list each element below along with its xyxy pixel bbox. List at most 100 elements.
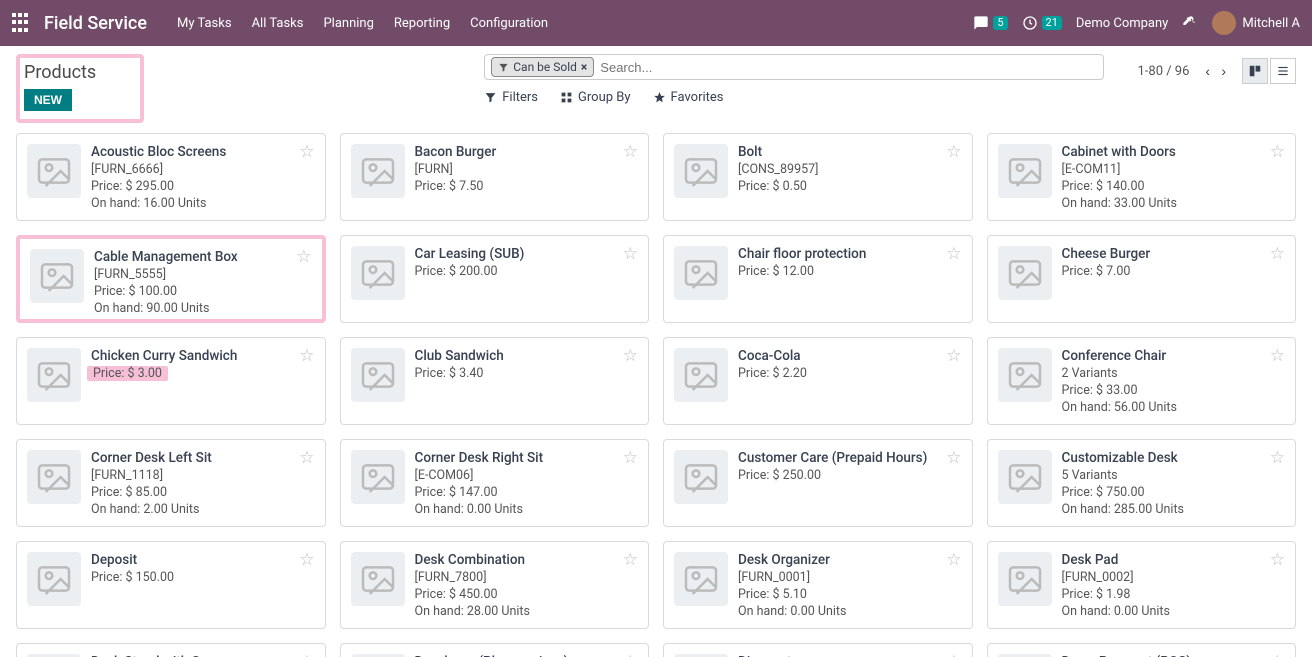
star-icon[interactable]: ☆ — [946, 346, 961, 366]
tools-icon[interactable] — [1182, 13, 1198, 33]
avatar — [1212, 11, 1236, 35]
product-name: Acoustic Bloc Screens — [91, 144, 315, 160]
star-icon[interactable]: ☆ — [299, 142, 314, 162]
star-icon[interactable]: ☆ — [1270, 142, 1285, 162]
product-card[interactable]: Club SandwichPrice: $ 3.40☆ — [340, 337, 650, 425]
filters-button[interactable]: Filters — [484, 90, 538, 105]
product-card[interactable]: Corner Desk Left Sit[FURN_1118]Price: $ … — [16, 439, 326, 527]
star-icon[interactable]: ☆ — [1270, 448, 1285, 468]
nav-all-tasks[interactable]: All Tasks — [242, 16, 314, 31]
product-card[interactable]: DepositPrice: $ 150.00☆ — [16, 541, 326, 629]
product-price: Price: $ 450.00 — [415, 587, 639, 602]
star-icon[interactable]: ☆ — [299, 346, 314, 366]
star-icon[interactable]: ☆ — [946, 244, 961, 264]
user-name: Mitchell A — [1242, 16, 1300, 31]
product-name: Desk Combination — [415, 552, 639, 568]
pager-next-button[interactable]: › — [1217, 61, 1230, 81]
product-name: Coca-Cola — [738, 348, 962, 364]
product-ref: [FURN] — [415, 162, 639, 177]
product-ref: [E-COM06] — [415, 468, 639, 483]
product-thumbnail — [27, 552, 81, 606]
star-icon[interactable]: ☆ — [946, 448, 961, 468]
product-card[interactable]: Acoustic Bloc Screens[FURN_6666]Price: $… — [16, 133, 326, 221]
product-card[interactable]: Cabinet with Doors[E-COM11]Price: $ 140.… — [987, 133, 1297, 221]
product-card[interactable]: Desk Pad[FURN_0002]Price: $ 1.98On hand:… — [987, 541, 1297, 629]
nav-configuration[interactable]: Configuration — [460, 16, 558, 31]
product-ref: 5 Variants — [1062, 468, 1286, 483]
view-kanban-button[interactable] — [1242, 58, 1268, 84]
product-card[interactable]: Desk Combination[FURN_7800]Price: $ 450.… — [340, 541, 650, 629]
product-thumbnail — [998, 552, 1052, 606]
messaging-icon[interactable]: 5 — [973, 15, 1007, 31]
product-card-body: Desk Combination[FURN_7800]Price: $ 450.… — [415, 552, 639, 618]
filter-chip-remove-icon[interactable]: × — [581, 60, 587, 74]
product-card[interactable]: Bolt[CONS_89957]Price: $ 0.50☆ — [663, 133, 973, 221]
product-card[interactable]: Conference Chair2 VariantsPrice: $ 33.00… — [987, 337, 1297, 425]
product-price: Price: $ 295.00 — [91, 179, 315, 194]
favorites-button[interactable]: Favorites — [653, 90, 724, 105]
product-card[interactable]: Cheese BurgerPrice: $ 7.00☆ — [987, 235, 1297, 323]
star-icon[interactable]: ☆ — [623, 550, 638, 570]
star-icon[interactable]: ☆ — [623, 244, 638, 264]
star-icon[interactable]: ☆ — [623, 448, 638, 468]
star-icon[interactable]: ☆ — [296, 247, 311, 267]
product-card-body: DepositPrice: $ 150.00 — [91, 552, 315, 618]
nav-reporting[interactable]: Reporting — [384, 16, 460, 31]
product-card[interactable]: Customizable Desk5 VariantsPrice: $ 750.… — [987, 439, 1297, 527]
groupby-button[interactable]: Group By — [560, 90, 631, 105]
product-onhand: On hand: 33.00 Units — [1062, 196, 1286, 211]
star-icon[interactable]: ☆ — [623, 652, 638, 657]
product-card[interactable]: Cable Management Box[FURN_5555]Price: $ … — [16, 235, 326, 323]
product-card-body: Desk Organizer[FURN_0001]Price: $ 5.10On… — [738, 552, 962, 618]
product-card[interactable]: Customer Care (Prepaid Hours)Price: $ 25… — [663, 439, 973, 527]
product-card[interactable]: Desk Organizer[FURN_0001]Price: $ 5.10On… — [663, 541, 973, 629]
app-brand[interactable]: Field Service — [44, 13, 147, 34]
star-icon[interactable]: ☆ — [623, 346, 638, 366]
nav-my-tasks[interactable]: My Tasks — [167, 16, 242, 31]
product-name: Corner Desk Right Sit — [415, 450, 639, 466]
star-icon[interactable]: ☆ — [299, 652, 314, 657]
product-thumbnail — [351, 144, 405, 198]
product-name: Corner Desk Left Sit — [91, 450, 315, 466]
user-menu[interactable]: Mitchell A — [1212, 11, 1300, 35]
filter-chip-label: Can be Sold — [513, 60, 577, 74]
product-card[interactable]: Developer (Plan services)☆ — [340, 643, 650, 657]
product-card[interactable]: Bacon Burger[FURN]Price: $ 7.50☆ — [340, 133, 650, 221]
pager-prev-button[interactable]: ‹ — [1201, 61, 1214, 81]
pager-count[interactable]: 1-80 / 96 — [1137, 64, 1189, 79]
new-button[interactable]: NEW — [24, 89, 72, 111]
product-onhand: On hand: 0.00 Units — [415, 502, 639, 517]
star-icon[interactable]: ☆ — [1270, 652, 1285, 657]
company-selector[interactable]: Demo Company — [1076, 16, 1168, 31]
product-name: Desk Pad — [1062, 552, 1286, 568]
product-card[interactable]: Desk Stand with Screen☆ — [16, 643, 326, 657]
star-icon[interactable]: ☆ — [1270, 346, 1285, 366]
product-card[interactable]: Discount☆ — [663, 643, 973, 657]
apps-icon[interactable] — [12, 13, 32, 33]
product-card-body: Cable Management Box[FURN_5555]Price: $ … — [94, 249, 312, 309]
product-card[interactable]: Down Payment (POS)☆ — [987, 643, 1297, 657]
product-card[interactable]: Corner Desk Right Sit[E-COM06]Price: $ 1… — [340, 439, 650, 527]
star-icon[interactable]: ☆ — [299, 550, 314, 570]
star-icon[interactable]: ☆ — [623, 142, 638, 162]
star-icon[interactable]: ☆ — [1270, 550, 1285, 570]
star-icon[interactable]: ☆ — [946, 142, 961, 162]
filter-chip-can-be-sold[interactable]: Can be Sold × — [491, 57, 594, 77]
star-icon[interactable]: ☆ — [946, 550, 961, 570]
activities-icon[interactable]: 21 — [1022, 15, 1062, 31]
star-icon[interactable]: ☆ — [1270, 244, 1285, 264]
product-card[interactable]: Chicken Curry SandwichPrice: $ 3.00☆ — [16, 337, 326, 425]
product-card[interactable]: Chair floor protectionPrice: $ 12.00☆ — [663, 235, 973, 323]
product-card[interactable]: Car Leasing (SUB)Price: $ 200.00☆ — [340, 235, 650, 323]
product-price: Price: $ 1.98 — [1062, 587, 1286, 602]
star-icon[interactable]: ☆ — [946, 652, 961, 657]
search-bar[interactable]: Can be Sold × — [484, 54, 1104, 80]
search-input[interactable] — [598, 58, 1097, 77]
product-card[interactable]: Coca-ColaPrice: $ 2.20☆ — [663, 337, 973, 425]
view-list-button[interactable] — [1270, 58, 1296, 84]
product-name: Customer Care (Prepaid Hours) — [738, 450, 962, 466]
star-icon[interactable]: ☆ — [299, 448, 314, 468]
product-card-body: Acoustic Bloc Screens[FURN_6666]Price: $… — [91, 144, 315, 210]
nav-planning[interactable]: Planning — [313, 16, 383, 31]
product-price: Price: $ 140.00 — [1062, 179, 1286, 194]
